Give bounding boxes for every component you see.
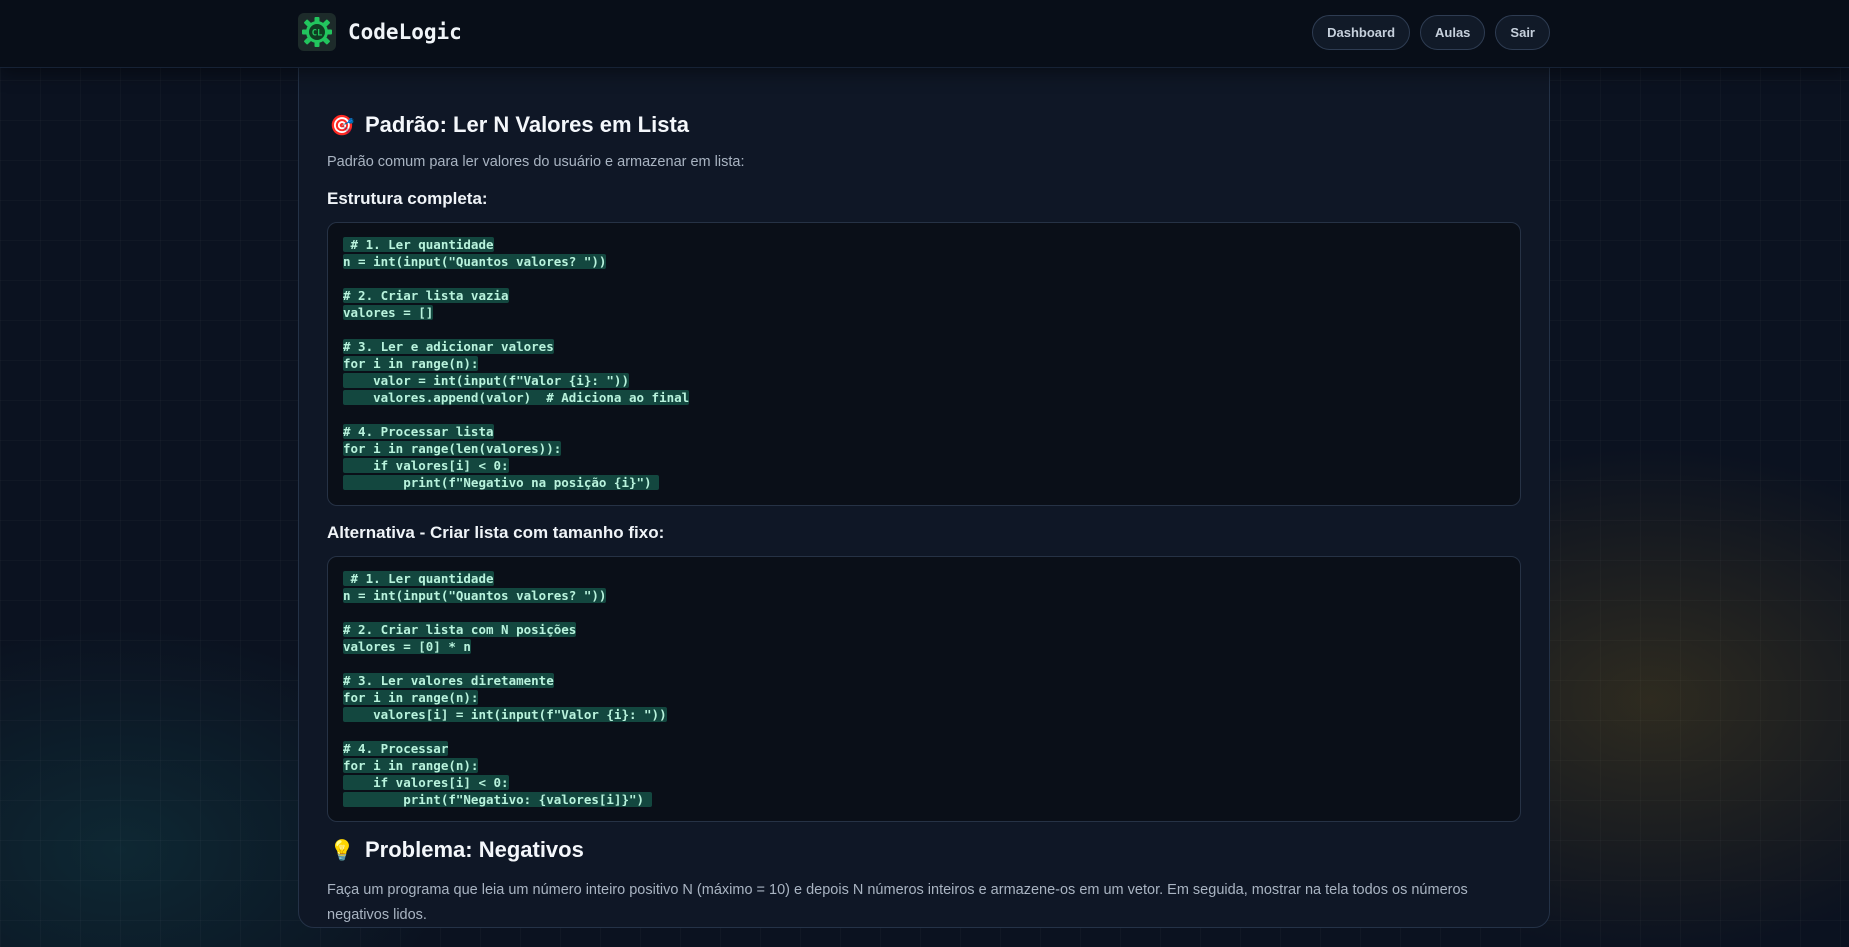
nav-dashboard-button[interactable]: Dashboard <box>1312 15 1411 50</box>
section-description: Padrão comum para ler valores do usuário… <box>327 154 745 170</box>
code-block-fixed-size[interactable]: # 1. Ler quantidade n = int(input("Quant… <box>327 556 1521 822</box>
problem-description: Faça um programa que leia um número inte… <box>327 882 1468 923</box>
brand-name: CodeLogic <box>348 20 462 44</box>
subheading-complete-structure: Estrutura completa: <box>327 189 488 208</box>
gear-logo-icon: CL <box>298 13 336 51</box>
code-text: # 1. Ler quantidade n = int(input("Quant… <box>343 571 667 807</box>
nav-sair-button[interactable]: Sair <box>1495 15 1550 50</box>
code-block-complete[interactable]: # 1. Ler quantidade n = int(input("Quant… <box>327 222 1521 506</box>
nav-aulas-button[interactable]: Aulas <box>1420 15 1486 50</box>
lesson-card: 🎯 Padrão: Ler N Valores em Lista Padrão … <box>298 40 1550 928</box>
code-text: # 1. Ler quantidade n = int(input("Quant… <box>343 237 690 490</box>
lightbulb-icon: 💡 <box>329 839 355 862</box>
main-nav: Dashboard Aulas Sair <box>1312 15 1550 50</box>
target-icon: 🎯 <box>329 114 355 137</box>
problem-title: 💡 Problema: Negativos <box>329 837 1521 863</box>
problem-title-text: Problema: Negativos <box>365 837 584 862</box>
logo-text: CL <box>312 29 323 39</box>
section-title-text: Padrão: Ler N Valores em Lista <box>365 112 690 137</box>
top-navbar: CL CodeLogic Dashboard Aulas Sair <box>0 0 1849 68</box>
subheading-fixed-size: Alternativa - Criar lista com tamanho fi… <box>327 523 665 542</box>
brand[interactable]: CL CodeLogic <box>298 13 462 51</box>
section-title: 🎯 Padrão: Ler N Valores em Lista <box>329 112 1521 138</box>
